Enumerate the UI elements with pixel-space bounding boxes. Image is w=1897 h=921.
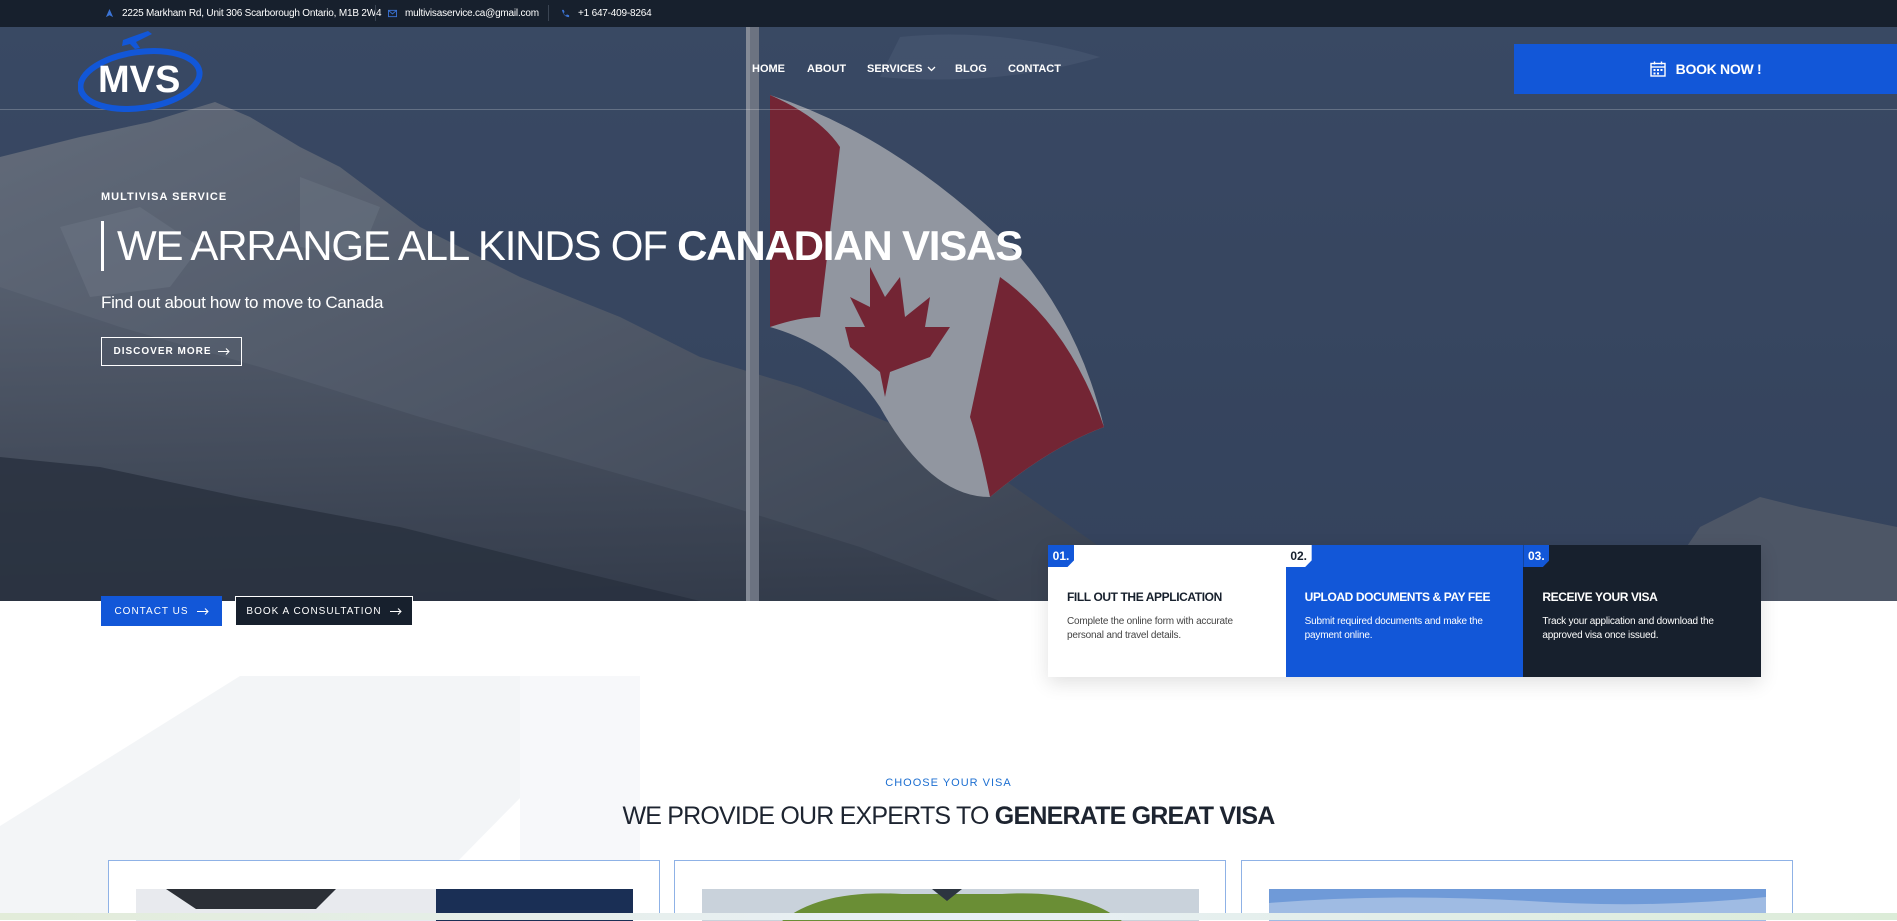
visa-card[interactable] bbox=[1241, 860, 1793, 921]
step-description: Submit required documents and make the p… bbox=[1304, 616, 1483, 641]
hero-eyebrow: MULTIVISA SERVICE bbox=[101, 191, 228, 203]
discover-more-label: DISCOVER MORE bbox=[113, 346, 212, 357]
step-title: UPLOAD DOCUMENTS & PAY FEE bbox=[1304, 590, 1491, 604]
visa-card[interactable] bbox=[108, 860, 660, 921]
phone-icon bbox=[561, 9, 570, 18]
step-card-1: 01. FILL OUT THE APPLICATION Complete th… bbox=[1048, 545, 1286, 677]
airplane-icon bbox=[122, 31, 152, 49]
step-title: FILL OUT THE APPLICATION bbox=[1067, 590, 1222, 604]
section-title: WE PROVIDE OUR EXPERTS TO GENERATE GREAT… bbox=[0, 802, 1897, 831]
divider bbox=[375, 5, 376, 21]
visa-card[interactable] bbox=[674, 860, 1226, 921]
hero-background-image bbox=[0, 27, 1897, 601]
email-item[interactable]: multivisaservice.ca@gmail.com bbox=[388, 0, 539, 27]
divider bbox=[548, 5, 549, 21]
step-description: Track your application and download the … bbox=[1542, 616, 1714, 641]
step-title: RECEIVE YOUR VISA bbox=[1542, 590, 1658, 604]
hero-headline: WE ARRANGE ALL KINDS OF CANADIAN VISAS bbox=[101, 221, 1023, 271]
process-steps: 01. FILL OUT THE APPLICATION Complete th… bbox=[1048, 545, 1762, 677]
step-number: 02. bbox=[1285, 545, 1312, 567]
phone-link[interactable]: +1 647-409-8264 bbox=[578, 8, 652, 19]
hero-section bbox=[0, 27, 1897, 601]
nav-blog[interactable]: BLOG bbox=[955, 63, 987, 75]
nav-services[interactable]: SERVICES bbox=[867, 63, 936, 75]
arrow-right-icon bbox=[389, 607, 402, 615]
arrow-right-icon bbox=[217, 348, 230, 355]
step-card-3: 03. RECEIVE YOUR VISA Track your applica… bbox=[1523, 545, 1762, 677]
header-divider bbox=[0, 109, 1897, 110]
logo-text: MVS bbox=[98, 59, 180, 101]
contact-us-label: CONTACT US bbox=[114, 605, 189, 617]
contact-us-button[interactable]: CONTACT US bbox=[101, 596, 222, 626]
arrow-right-icon bbox=[196, 607, 209, 615]
section-title-bold: GENERATE GREAT VISA bbox=[994, 802, 1276, 830]
nav-about[interactable]: ABOUT bbox=[807, 63, 846, 75]
book-consultation-label: BOOK A CONSULTATION bbox=[246, 605, 382, 617]
address-item: 2225 Markham Rd, Unit 306 Scarborough On… bbox=[105, 0, 382, 27]
email-link[interactable]: multivisaservice.ca@gmail.com bbox=[405, 8, 539, 19]
phone-item[interactable]: +1 647-409-8264 bbox=[561, 0, 652, 27]
step-description: Complete the online form with accurate p… bbox=[1067, 616, 1233, 641]
top-info-bar: 2225 Markham Rd, Unit 306 Scarborough On… bbox=[0, 0, 1897, 27]
chevron-down-icon bbox=[927, 66, 936, 72]
section-title-light: WE PROVIDE OUR EXPERTS TO bbox=[622, 802, 995, 830]
envelope-icon bbox=[388, 9, 397, 18]
step-number: 01. bbox=[1048, 545, 1074, 567]
section-eyebrow: CHOOSE YOUR VISA bbox=[885, 777, 1012, 789]
nav-home[interactable]: HOME bbox=[752, 63, 785, 75]
mvs-logo[interactable]: MVS bbox=[78, 28, 204, 112]
hero-subtitle: Find out about how to move to Canada bbox=[101, 293, 384, 312]
headline-bold: CANADIAN VISAS bbox=[677, 222, 1023, 269]
book-now-button[interactable]: BOOK NOW ! bbox=[1514, 44, 1897, 94]
address-text: 2225 Markham Rd, Unit 306 Scarborough On… bbox=[122, 8, 382, 19]
nav-contact[interactable]: CONTACT bbox=[1008, 63, 1061, 75]
calendar-icon bbox=[1649, 61, 1666, 77]
book-consultation-button[interactable]: BOOK A CONSULTATION bbox=[235, 596, 413, 626]
step-card-2: 02. UPLOAD DOCUMENTS & PAY FEE Submit re… bbox=[1285, 545, 1524, 677]
step-number: 03. bbox=[1523, 545, 1550, 567]
book-now-label: BOOK NOW ! bbox=[1675, 61, 1762, 77]
location-icon bbox=[105, 9, 114, 18]
headline-light: WE ARRANGE ALL KINDS OF bbox=[117, 222, 678, 269]
bottom-edge-strip bbox=[0, 913, 1897, 920]
nav-services-label: SERVICES bbox=[867, 63, 923, 75]
discover-more-button[interactable]: DISCOVER MORE bbox=[101, 337, 242, 366]
